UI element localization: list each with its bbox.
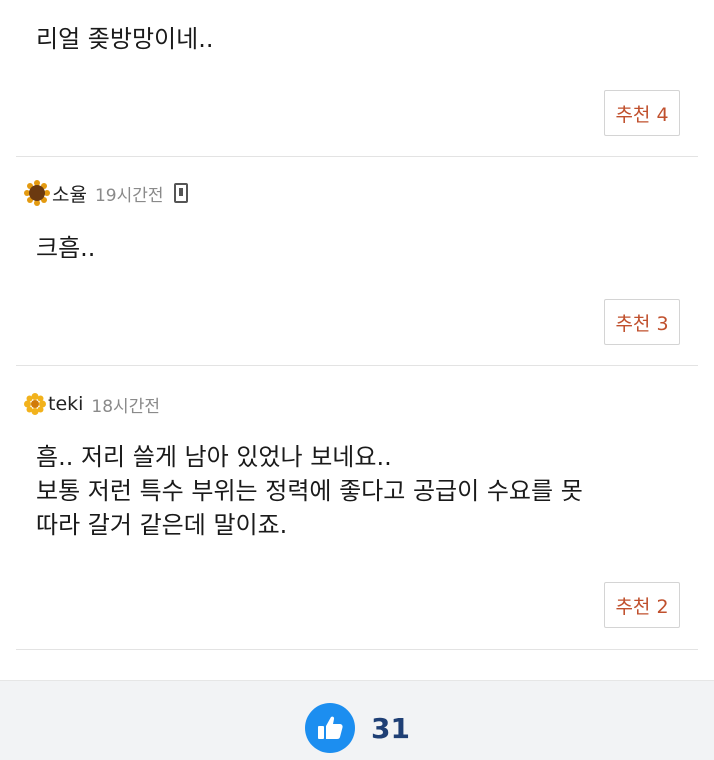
recommend-button[interactable]: 추천 2	[604, 582, 680, 628]
recommend-button[interactable]: 추천 4	[604, 90, 680, 136]
timestamp: 18시간전	[91, 396, 160, 417]
like-count: 31	[371, 711, 410, 745]
like-button[interactable]: 31	[305, 703, 410, 753]
comment-meta: 소율 19시간전	[24, 179, 188, 207]
comment-item: 소율 19시간전 크흠.. 추천 3	[16, 157, 698, 366]
flower-icon	[24, 393, 46, 415]
nickname[interactable]: teki	[48, 393, 83, 415]
comment-text: 리얼 좆방망이네..	[36, 25, 214, 53]
timestamp: 19시간전	[94, 185, 164, 206]
mobile-icon	[173, 183, 188, 203]
comment-meta: teki 18시간전	[24, 390, 160, 418]
thumbs-up-icon	[305, 703, 355, 753]
comment-text: 흠.. 저리 쓸게 남아 있었나 보네요.. 보통 저런 특수 부위는 정력에 …	[36, 443, 583, 539]
comment-item: 리얼 좆방망이네.. 추천 4	[16, 0, 698, 157]
sunflower-icon	[24, 180, 50, 206]
nickname[interactable]: 소율	[52, 180, 87, 207]
footer-like-bar: 31	[0, 680, 714, 760]
comment-item: teki 18시간전 흠.. 저리 쓸게 남아 있었나 보네요.. 보통 저런 …	[16, 366, 698, 650]
comment-text: 크흠..	[36, 234, 96, 262]
recommend-button[interactable]: 추천 3	[604, 299, 680, 345]
